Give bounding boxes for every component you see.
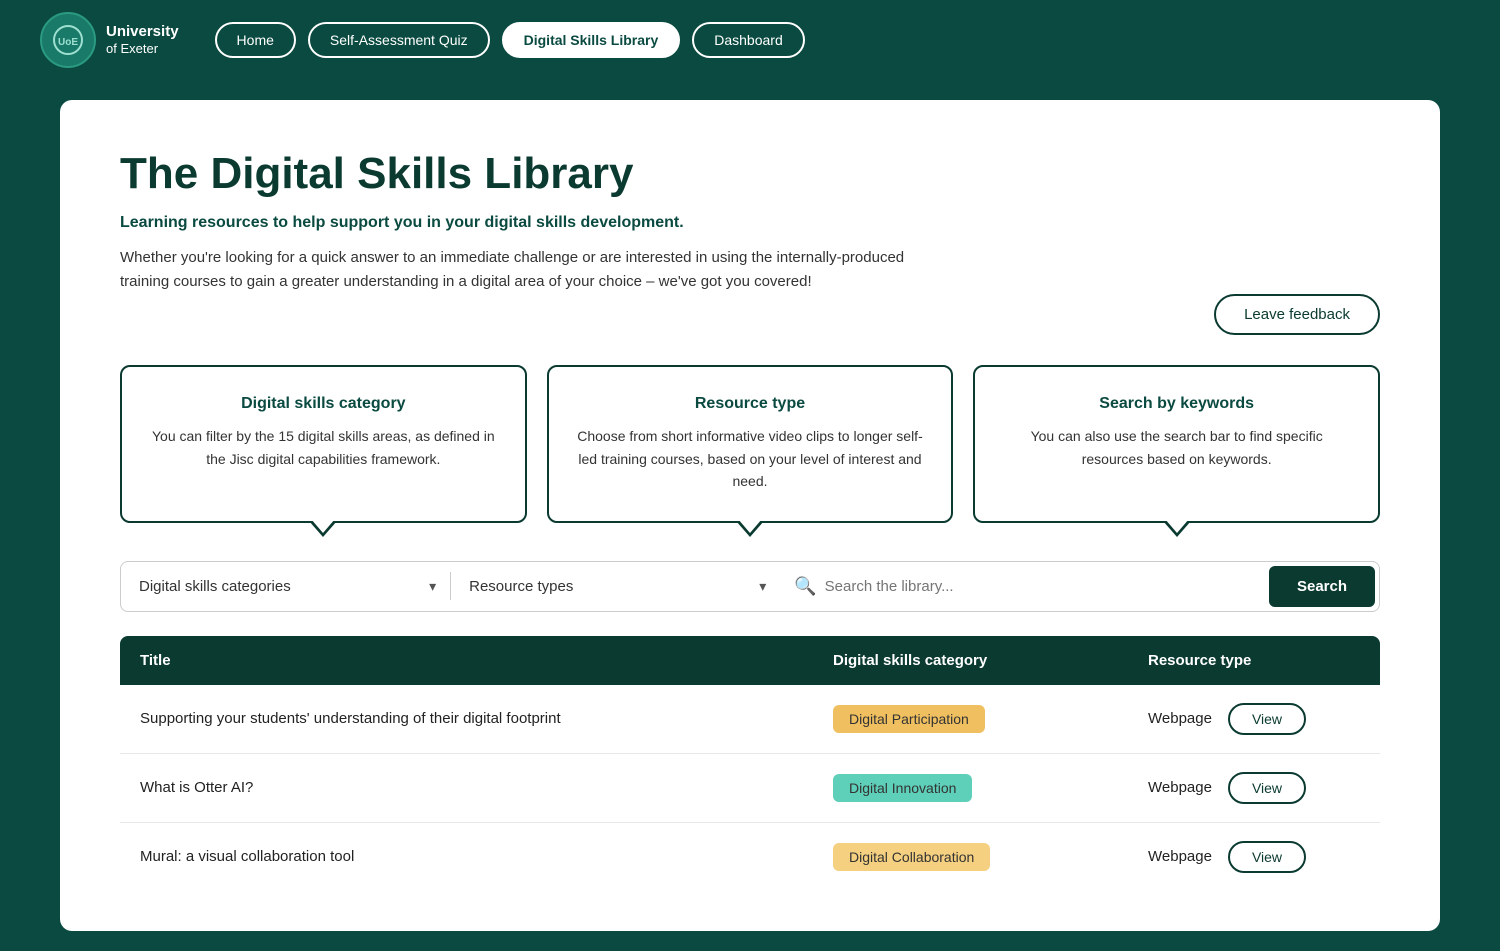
filter-row: Digital skills categories ▾ Resource typ… — [120, 561, 1380, 612]
row-1-category-badge: Digital Participation — [833, 705, 985, 733]
info-card-search-title: Search by keywords — [999, 395, 1354, 413]
results-table: Title Digital skills category Resource t… — [120, 636, 1380, 891]
row-2-category: Digital Innovation — [813, 753, 1128, 822]
row-2-resource: Webpage View — [1128, 753, 1380, 822]
nav-home[interactable]: Home — [215, 22, 296, 58]
row-1-title: Supporting your students' understanding … — [120, 685, 813, 754]
row-2-category-badge: Digital Innovation — [833, 774, 972, 802]
row-2-view-button[interactable]: View — [1228, 772, 1306, 804]
category-filter[interactable]: Digital skills categories — [121, 564, 450, 609]
info-card-resource-title: Resource type — [573, 395, 928, 413]
row-3-actions: Webpage View — [1148, 841, 1360, 873]
info-card-resource-desc: Choose from short informative video clip… — [573, 425, 928, 492]
nav-quiz[interactable]: Self-Assessment Quiz — [308, 22, 490, 58]
table-row: Mural: a visual collaboration tool Digit… — [120, 822, 1380, 891]
row-3-category: Digital Collaboration — [813, 822, 1128, 891]
table-header-resource: Resource type — [1128, 636, 1380, 685]
nav-dashboard[interactable]: Dashboard — [692, 22, 805, 58]
row-1-resource: Webpage View — [1128, 685, 1380, 754]
logo-text: University of Exeter — [106, 22, 179, 58]
page-subtitle: Learning resources to help support you i… — [120, 214, 1380, 232]
svg-text:UoE: UoE — [58, 37, 78, 48]
row-1-actions: Webpage View — [1148, 703, 1360, 735]
leave-feedback-button[interactable]: Leave feedback — [1214, 294, 1380, 335]
info-card-search-desc: You can also use the search bar to find … — [999, 425, 1354, 470]
university-logo: UoE — [40, 12, 96, 68]
row-1-category: Digital Participation — [813, 685, 1128, 754]
category-filter-wrapper: Digital skills categories ▾ — [121, 564, 450, 609]
page-title: The Digital Skills Library — [120, 150, 1380, 198]
resource-filter-wrapper: Resource types ▾ — [451, 564, 780, 609]
row-1-view-button[interactable]: View — [1228, 703, 1306, 735]
feedback-row: Leave feedback — [120, 294, 1380, 335]
main-content: The Digital Skills Library Learning reso… — [60, 100, 1440, 931]
search-wrapper: 🔍 — [780, 564, 1269, 609]
row-3-view-button[interactable]: View — [1228, 841, 1306, 873]
page-description: Whether you're looking for a quick answe… — [120, 246, 940, 294]
search-icon: 🔍 — [794, 576, 816, 597]
info-card-resource: Resource type Choose from short informat… — [547, 365, 954, 522]
row-3-title: Mural: a visual collaboration tool — [120, 822, 813, 891]
main-nav: Home Self-Assessment Quiz Digital Skills… — [215, 22, 805, 58]
search-input[interactable] — [825, 564, 1255, 609]
table-header: Title Digital skills category Resource t… — [120, 636, 1380, 685]
nav-library[interactable]: Digital Skills Library — [502, 22, 681, 58]
info-cards: Digital skills category You can filter b… — [120, 365, 1380, 522]
table-header-category: Digital skills category — [813, 636, 1128, 685]
table-row: Supporting your students' understanding … — [120, 685, 1380, 754]
row-2-actions: Webpage View — [1148, 772, 1360, 804]
info-card-search: Search by keywords You can also use the … — [973, 365, 1380, 522]
info-card-category-desc: You can filter by the 15 digital skills … — [146, 425, 501, 470]
row-3-category-badge: Digital Collaboration — [833, 843, 990, 871]
logo-area: UoE University of Exeter — [40, 12, 179, 68]
table-body: Supporting your students' understanding … — [120, 685, 1380, 891]
info-card-category: Digital skills category You can filter b… — [120, 365, 527, 522]
resource-filter[interactable]: Resource types — [451, 564, 780, 609]
table-header-title: Title — [120, 636, 813, 685]
header: UoE University of Exeter Home Self-Asses… — [0, 0, 1500, 80]
info-card-category-title: Digital skills category — [146, 395, 501, 413]
table-row: What is Otter AI? Digital Innovation Web… — [120, 753, 1380, 822]
row-3-resource: Webpage View — [1128, 822, 1380, 891]
row-2-title: What is Otter AI? — [120, 753, 813, 822]
search-button[interactable]: Search — [1269, 566, 1375, 607]
